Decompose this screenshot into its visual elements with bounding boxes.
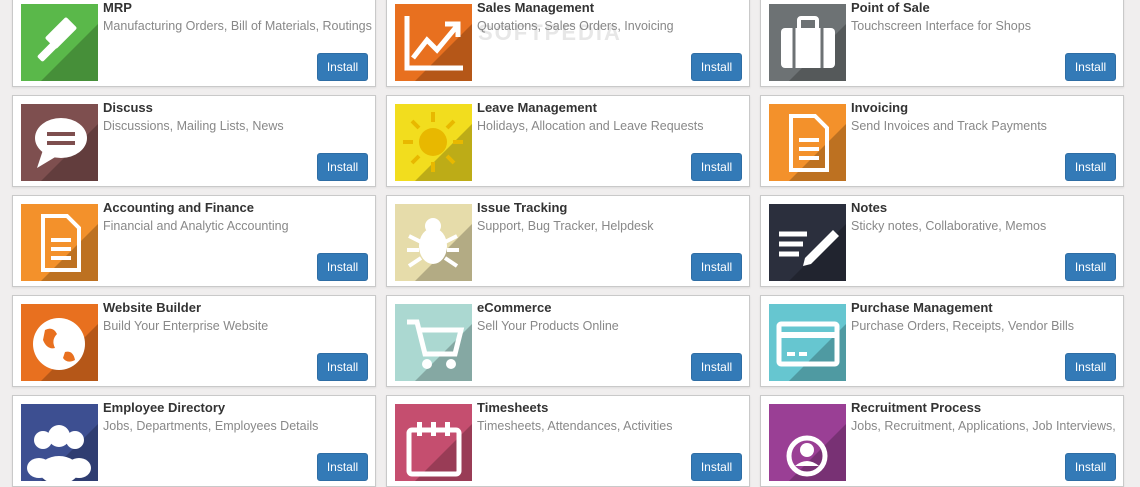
app-summary: Purchase Orders, Receipts, Vendor Bills	[851, 319, 1075, 333]
app-name: Timesheets	[477, 400, 549, 415]
app-card: Sales Management Quotations, Sales Orders…	[386, 0, 750, 87]
install-button[interactable]: Install	[317, 253, 368, 281]
pencil-lines-icon	[769, 204, 846, 281]
app-name: Website Builder	[103, 300, 202, 315]
app-name: Leave Management	[477, 100, 597, 115]
install-button[interactable]: Install	[691, 53, 742, 81]
install-button[interactable]: Install	[317, 353, 368, 381]
app-summary: Jobs, Departments, Employees Details	[103, 419, 319, 433]
app-card: Invoicing Send Invoices and Track Payment…	[760, 95, 1124, 187]
app-summary: Touchscreen Interface for Shops	[851, 19, 1031, 33]
app-summary: Sell Your Products Online	[477, 319, 619, 333]
user-search-icon	[769, 404, 846, 481]
app-card: Discuss Discussions, Mailing Lists, News I…	[12, 95, 376, 187]
app-summary: Support, Bug Tracker, Helpdesk	[477, 219, 654, 233]
app-card: Timesheets Timesheets, Attendances, Activ…	[386, 395, 750, 487]
install-button[interactable]: Install	[1065, 453, 1116, 481]
app-card: eCommerce Sell Your Products Online Instal…	[386, 295, 750, 387]
app-card: Notes Sticky notes, Collaborative, Memos I…	[760, 195, 1124, 287]
app-card: MRP Manufacturing Orders, Bill of Materia…	[12, 0, 376, 87]
globe-icon	[21, 304, 98, 381]
briefcase-icon	[769, 4, 846, 81]
app-summary: Quotations, Sales Orders, Invoicing	[477, 19, 674, 33]
app-summary: Timesheets, Attendances, Activities	[477, 419, 673, 433]
install-button[interactable]: Install	[691, 253, 742, 281]
app-card: Leave Management Holidays, Allocation and…	[386, 95, 750, 187]
gavel-icon	[21, 4, 98, 81]
install-button[interactable]: Install	[317, 53, 368, 81]
install-button[interactable]: Install	[691, 353, 742, 381]
sun-icon	[395, 104, 472, 181]
chat-bubble-icon	[21, 104, 98, 181]
app-name: Invoicing	[851, 100, 909, 115]
app-card: Purchase Management Purchase Orders, Rece…	[760, 295, 1124, 387]
trend-chart-icon	[395, 4, 472, 81]
app-name: MRP	[103, 0, 132, 15]
install-button[interactable]: Install	[691, 453, 742, 481]
app-summary: Financial and Analytic Accounting	[103, 219, 289, 233]
app-card: Recruitment Process Jobs, Recruitment, Ap…	[760, 395, 1124, 487]
bug-icon	[395, 204, 472, 281]
document-icon	[21, 204, 98, 281]
calendar-icon	[395, 404, 472, 481]
app-name: Point of Sale	[851, 0, 930, 15]
app-name: Sales Management	[477, 0, 595, 15]
install-button[interactable]: Install	[1065, 253, 1116, 281]
app-summary: Sticky notes, Collaborative, Memos	[851, 219, 1047, 233]
shopping-cart-icon	[395, 304, 472, 381]
app-summary: Manufacturing Orders, Bill of Materials,…	[103, 19, 372, 33]
app-name: Purchase Management	[851, 300, 993, 315]
app-card: Point of Sale Touchscreen Interface for S…	[760, 0, 1124, 87]
app-summary: Discussions, Mailing Lists, News	[103, 119, 284, 133]
install-button[interactable]: Install	[1065, 153, 1116, 181]
app-summary: Jobs, Recruitment, Applications, Job Int…	[851, 419, 1116, 433]
install-button[interactable]: Install	[1065, 53, 1116, 81]
document-icon	[769, 104, 846, 181]
install-button[interactable]: Install	[691, 153, 742, 181]
app-summary: Send Invoices and Track Payments	[851, 119, 1047, 133]
app-card: Website Builder Build Your Enterprise Web…	[12, 295, 376, 387]
install-button[interactable]: Install	[317, 453, 368, 481]
install-button[interactable]: Install	[317, 153, 368, 181]
app-summary: Holidays, Allocation and Leave Requests	[477, 119, 704, 133]
install-button[interactable]: Install	[1065, 353, 1116, 381]
app-card: Accounting and Finance Financial and Anal…	[12, 195, 376, 287]
apps-grid: MRP Manufacturing Orders, Bill of Materia…	[0, 0, 1140, 487]
app-name: Issue Tracking	[477, 200, 568, 215]
credit-card-icon	[769, 304, 846, 381]
app-name: Notes	[851, 200, 888, 215]
app-name: Accounting and Finance	[103, 200, 254, 215]
app-name: eCommerce	[477, 300, 552, 315]
app-name: Recruitment Process	[851, 400, 982, 415]
app-card: Issue Tracking Support, Bug Tracker, Help…	[386, 195, 750, 287]
app-card: Employee Directory Jobs, Departments, Emp…	[12, 395, 376, 487]
people-icon	[21, 404, 98, 481]
app-name: Employee Directory	[103, 400, 226, 415]
app-summary: Build Your Enterprise Website	[103, 319, 269, 333]
app-name: Discuss	[103, 100, 153, 115]
